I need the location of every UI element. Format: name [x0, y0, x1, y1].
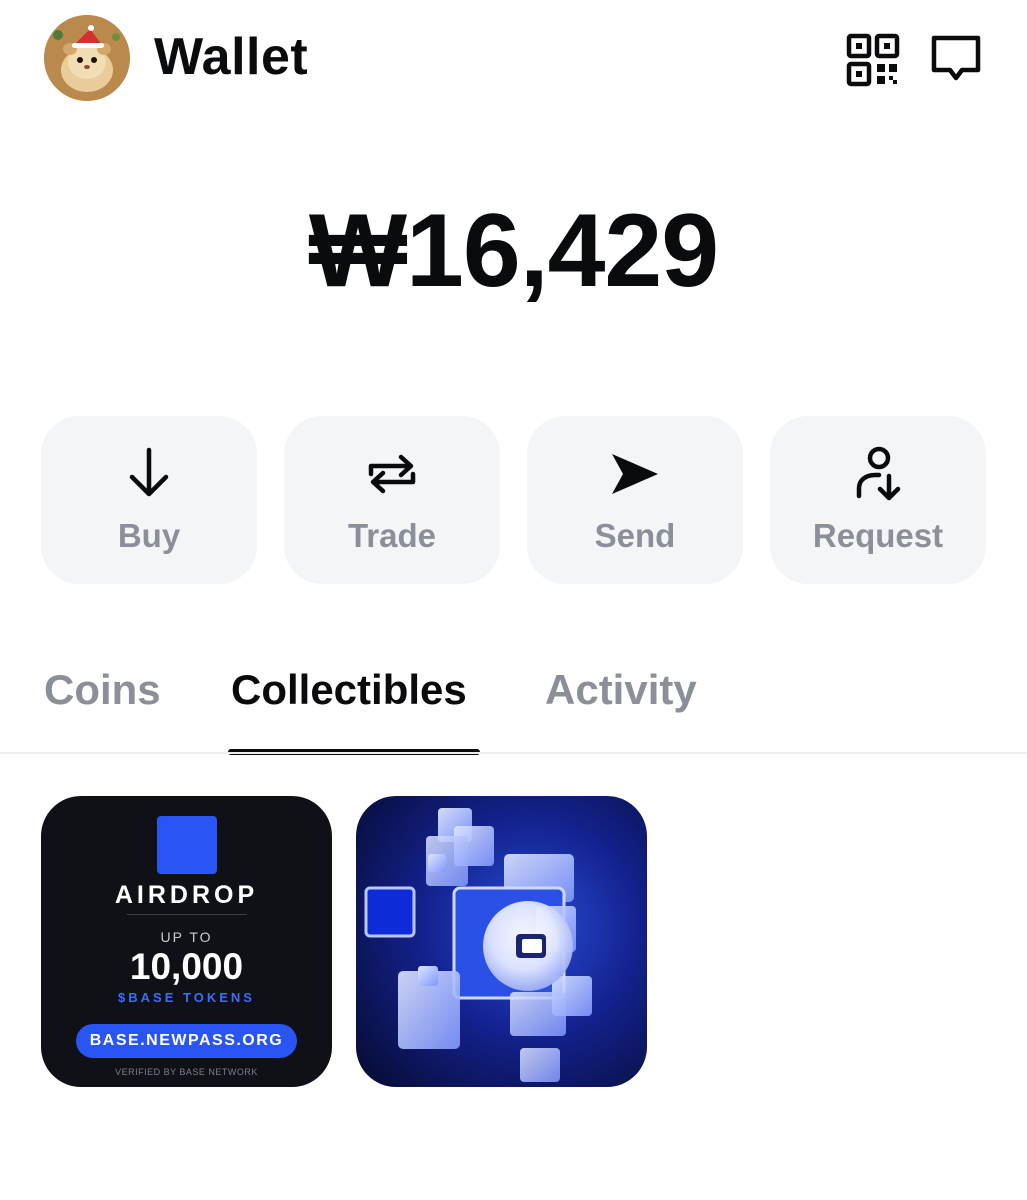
airdrop-token: $BASE TOKENS: [118, 990, 255, 1005]
collectible-cubes-card[interactable]: [356, 796, 647, 1087]
swap-arrows-icon: [367, 444, 417, 504]
send-arrow-icon: [610, 444, 660, 504]
glowing-cubes-image: [364, 808, 592, 1082]
base-logo-square: [157, 816, 217, 874]
header: Wallet: [0, 0, 1027, 116]
airdrop-verified: VERIFIED BY BASE NETWORK: [115, 1067, 258, 1077]
buy-button[interactable]: Buy: [41, 416, 257, 584]
airdrop-url-pill: BASE.NEWPASS.ORG: [76, 1024, 297, 1058]
arrow-down-icon: [124, 444, 174, 504]
buy-label: Buy: [117, 517, 181, 554]
request-button[interactable]: Request: [770, 416, 986, 584]
tab-collectibles[interactable]: Collectibles: [231, 660, 467, 720]
collectible-airdrop-card[interactable]: AIRDROP UP TO 10,000 $BASE TOKENS BASE.N…: [41, 796, 332, 1087]
person-request-icon: [853, 444, 903, 504]
request-label: Request: [812, 517, 944, 554]
airdrop-up-to: UP TO: [160, 929, 213, 945]
send-button[interactable]: Send: [527, 416, 743, 584]
balance-amount: ₩16,429: [308, 193, 719, 309]
airdrop-amount: 10,000: [129, 946, 244, 987]
qr-code-icon[interactable]: [845, 32, 901, 88]
hamster-avatar-icon: [44, 15, 130, 101]
chat-bubble-icon[interactable]: [928, 32, 984, 88]
trade-button[interactable]: Trade: [284, 416, 500, 584]
tab-activity[interactable]: Activity: [545, 660, 697, 720]
page-title: Wallet: [154, 28, 309, 86]
action-buttons: Buy Trade Send Request: [41, 416, 987, 584]
send-label: Send: [594, 517, 676, 554]
profile-avatar[interactable]: [44, 15, 130, 101]
trade-label: Trade: [347, 517, 437, 554]
tabs-divider: [0, 752, 1027, 754]
airdrop-divider: [127, 914, 247, 915]
tab-coins[interactable]: Coins: [44, 660, 161, 720]
tab-bar: Coins Collectibles Activity: [0, 660, 1027, 756]
airdrop-title: AIRDROP: [114, 881, 259, 909]
